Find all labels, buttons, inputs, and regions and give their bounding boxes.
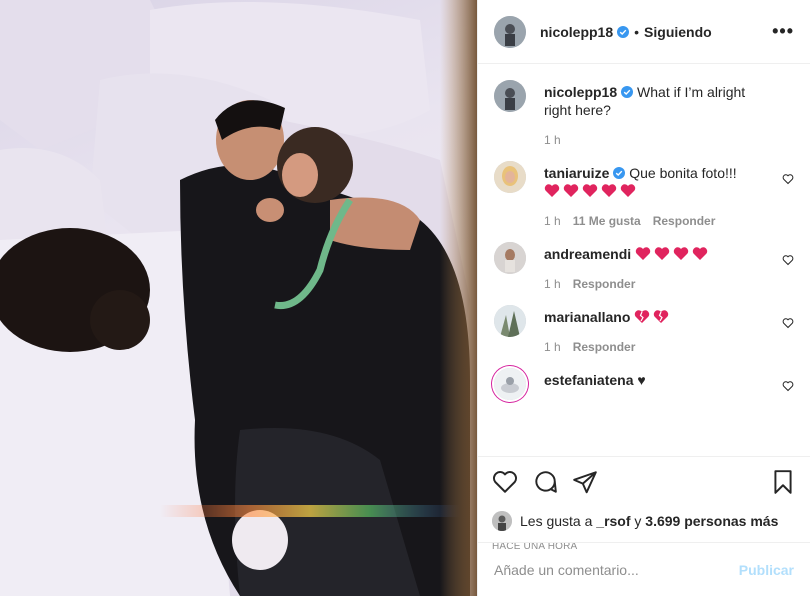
- comment-avatar[interactable]: [494, 305, 526, 337]
- liker-avatar[interactable]: [492, 511, 512, 531]
- comment-item: andreamendi 1 h Responder: [494, 242, 794, 291]
- reply-button[interactable]: Responder: [653, 214, 716, 228]
- publish-button[interactable]: Publicar: [739, 562, 794, 578]
- post-side-panel: nicolepp18 • Siguiendo ••• nicolepp18 Wh…: [477, 0, 810, 596]
- comment-input[interactable]: [494, 561, 739, 578]
- comment-text: ♥: [637, 372, 646, 388]
- red-heart-emojis: [635, 246, 708, 261]
- save-icon[interactable]: [770, 469, 796, 495]
- comment-avatar[interactable]: [494, 242, 526, 274]
- likes-prefix: Les gusta a: [520, 513, 593, 529]
- red-heart-emoji: [620, 184, 636, 197]
- more-options-icon[interactable]: •••: [772, 21, 794, 42]
- comment-time[interactable]: 1 h: [544, 277, 561, 291]
- comment-username[interactable]: estefaniatena: [544, 372, 633, 388]
- comment-username[interactable]: marianallano: [544, 309, 630, 325]
- caption-username[interactable]: nicolepp18: [544, 84, 617, 100]
- caption-avatar[interactable]: [494, 80, 526, 112]
- author-avatar[interactable]: [494, 15, 526, 48]
- red-heart-emoji: [673, 247, 689, 260]
- likes-summary: Les gusta a _rsof y 3.699 personas más: [492, 511, 796, 531]
- comment-time[interactable]: 1 h: [544, 214, 561, 228]
- reply-button[interactable]: Responder: [573, 277, 636, 291]
- post-photo[interactable]: [0, 0, 477, 596]
- likes-connector: y: [634, 513, 642, 529]
- caption-time[interactable]: 1 h: [544, 133, 561, 147]
- comment-item: taniaruize Que bonita foto!!! 1 h 11 Me …: [494, 161, 794, 228]
- like-comment-heart-icon[interactable]: [782, 173, 794, 185]
- comment-username[interactable]: taniaruize: [544, 165, 609, 181]
- red-heart-emoji: [635, 247, 651, 260]
- red-heart-emojis: [544, 183, 636, 198]
- caption-text: nicolepp18 What if I’m alright right her…: [544, 83, 768, 119]
- red-heart-emoji: [544, 184, 560, 197]
- comment-text: Que bonita foto!!!: [629, 165, 737, 181]
- photo-illustration: [0, 0, 477, 596]
- heart-icon[interactable]: [492, 469, 518, 495]
- comment-avatar[interactable]: [494, 161, 526, 193]
- like-comment-heart-icon[interactable]: [782, 380, 794, 392]
- following-button[interactable]: Siguiendo: [644, 24, 712, 40]
- red-heart-emoji: [692, 247, 708, 260]
- caption: nicolepp18 What if I’m alright right her…: [494, 80, 794, 147]
- like-comment-heart-icon[interactable]: [782, 317, 794, 329]
- red-heart-emoji: [654, 247, 670, 260]
- header-separator: •: [634, 23, 640, 40]
- red-heart-emoji: [563, 184, 579, 197]
- likes-count[interactable]: 3.699 personas más: [645, 513, 778, 529]
- author-username[interactable]: nicolepp18: [540, 24, 613, 40]
- comment-likes[interactable]: 11 Me gusta: [573, 214, 641, 228]
- comment-item: marianallano 1 h Responder: [494, 305, 794, 354]
- comment-avatar[interactable]: [494, 368, 526, 400]
- post-dialog: nicolepp18 • Siguiendo ••• nicolepp18 Wh…: [0, 0, 810, 596]
- reply-button[interactable]: Responder: [573, 340, 636, 354]
- comment-time[interactable]: 1 h: [544, 340, 561, 354]
- comment-username[interactable]: andreamendi: [544, 246, 631, 262]
- post-header: nicolepp18 • Siguiendo •••: [478, 0, 810, 64]
- verified-icon: [617, 25, 630, 38]
- broken-heart-emoji: [654, 310, 669, 323]
- share-icon[interactable]: [572, 469, 598, 495]
- like-comment-heart-icon[interactable]: [782, 254, 794, 266]
- verified-icon: [621, 86, 634, 98]
- comments-list[interactable]: nicolepp18 What if I’m alright right her…: [478, 64, 810, 456]
- broken-heart-emojis: [634, 309, 669, 324]
- comment-icon[interactable]: [532, 469, 558, 495]
- liker-username[interactable]: _rsof: [596, 513, 630, 529]
- broken-heart-emoji: [635, 310, 650, 323]
- verified-icon: [613, 167, 626, 179]
- red-heart-emoji: [601, 184, 617, 197]
- add-comment-bar: Publicar: [478, 542, 810, 596]
- comment-item: estefaniatena ♥: [494, 368, 794, 400]
- red-heart-emoji: [582, 184, 598, 197]
